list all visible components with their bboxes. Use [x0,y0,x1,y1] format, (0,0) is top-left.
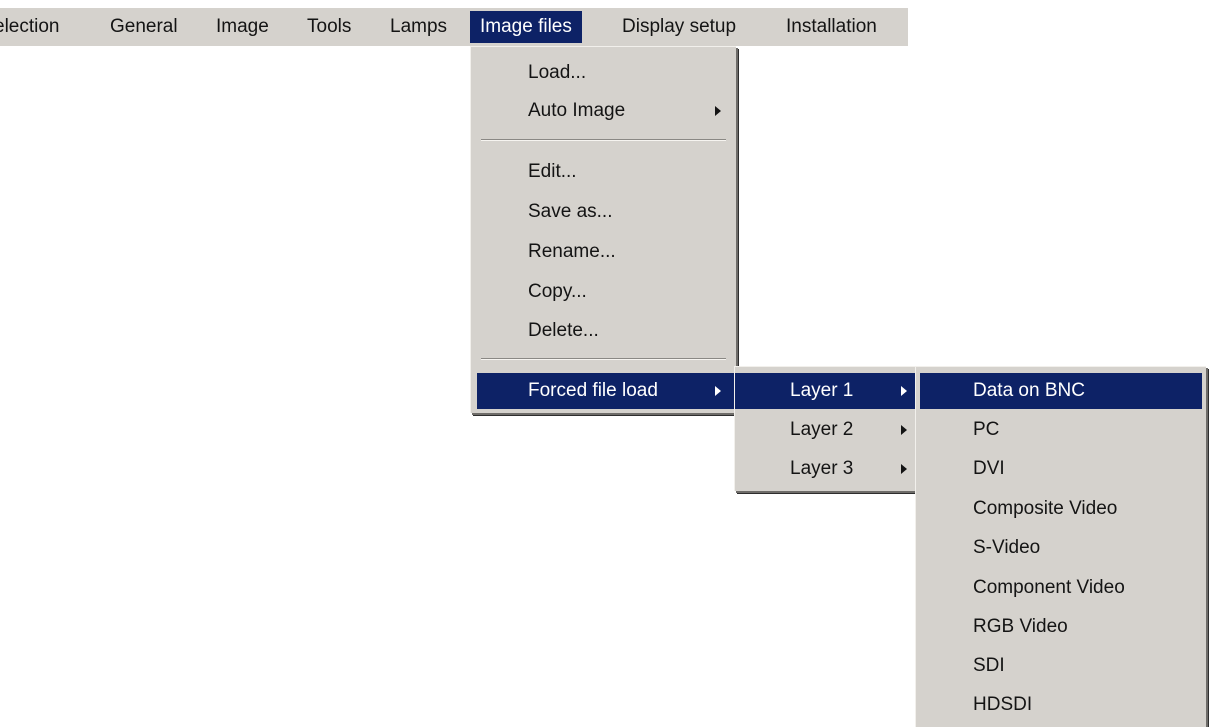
menu-item-label: HDSDI [973,694,1033,715]
menu-item-hdsdi[interactable]: HDSDI [916,687,1206,723]
menu-item-label: Layer 2 [790,419,854,440]
menu-item-composite-video[interactable]: Composite Video [916,491,1206,527]
menu-item-label: Data on BNC [973,380,1085,401]
menu-item-label: Composite Video [973,498,1118,519]
menu-item-rgb-video[interactable]: RGB Video [916,609,1206,645]
menu-item-load[interactable]: Load... [471,55,736,91]
menu-item-label: DVI [973,458,1005,479]
submenu-arrow-icon [715,106,721,116]
menu-tools[interactable]: Tools [307,8,351,46]
submenu-arrow-icon [715,386,721,396]
menu-item-label: Forced file load [528,380,658,401]
menu-installation[interactable]: Installation [786,8,877,46]
submenu-arrow-icon [901,464,907,474]
submenu-arrow-icon [901,386,907,396]
menu-image[interactable]: Image [216,8,269,46]
menu-bar: election General Image Tools Lamps Image… [0,8,908,46]
menu-lamps[interactable]: Lamps [390,8,447,46]
menu-item-pc[interactable]: PC [916,412,1206,448]
menu-item-rename[interactable]: Rename... [471,234,736,270]
menu-item-label: RGB Video [973,616,1068,637]
menu-item-data-on-bnc[interactable]: Data on BNC [920,373,1202,409]
menu-item-label: Layer 3 [790,458,854,479]
menu-item-copy[interactable]: Copy... [471,274,736,310]
menu-item-label: PC [973,419,1000,440]
menu-item-save-as[interactable]: Save as... [471,194,736,230]
menu-item-label: Save as... [528,201,613,222]
menu-item-label: Component Video [973,577,1125,598]
menu-item-label: Copy... [528,281,587,302]
menu-item-s-video[interactable]: S-Video [916,530,1206,566]
menu-selection[interactable]: election [0,8,60,46]
menu-item-layer-1[interactable]: Layer 1 [735,373,917,409]
menu-item-label: S-Video [973,537,1041,558]
menu-item-label: Rename... [528,241,616,262]
menu-image-files[interactable]: Image files [470,11,582,43]
menu-item-forced-file-load[interactable]: Forced file load [477,373,736,409]
forced-file-load-menu: Layer 1 Layer 2 Layer 3 [734,366,917,491]
menu-item-label: Layer 1 [790,380,854,401]
menu-item-label: Load... [528,62,587,83]
menu-item-label: Edit... [528,161,577,182]
menu-item-label: Auto Image [528,100,626,121]
menu-item-sdi[interactable]: SDI [916,648,1206,684]
image-files-menu: Load... Auto Image Edit... Save as... Re… [470,46,736,413]
menu-item-edit[interactable]: Edit... [471,154,736,190]
menu-separator [481,139,726,141]
menu-item-auto-image[interactable]: Auto Image [471,93,736,129]
submenu-arrow-icon [901,425,907,435]
menu-item-layer-2[interactable]: Layer 2 [735,412,917,448]
layer-1-menu: Data on BNC PC DVI Composite Video S-Vid… [915,366,1206,727]
menu-item-layer-3[interactable]: Layer 3 [735,451,917,487]
menu-separator [481,358,726,360]
menu-item-label: SDI [973,655,1005,676]
menu-general[interactable]: General [110,8,178,46]
menu-item-delete[interactable]: Delete... [471,313,736,349]
menu-item-label: Delete... [528,320,599,341]
menu-item-dvi[interactable]: DVI [916,451,1206,487]
menu-display-setup[interactable]: Display setup [622,8,736,46]
menu-item-component-video[interactable]: Component Video [916,570,1206,606]
